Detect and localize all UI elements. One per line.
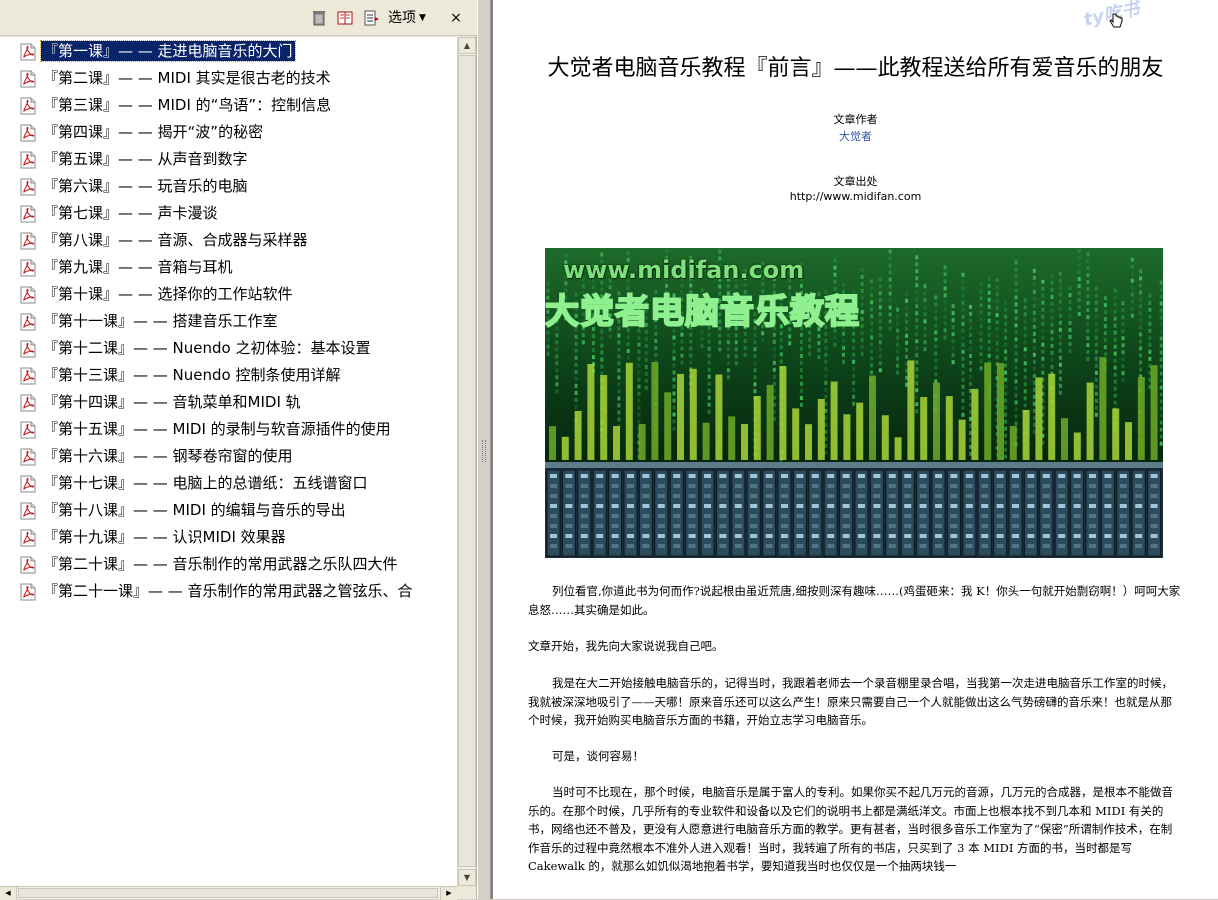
author-name: 大觉者	[839, 130, 872, 143]
bookmark-label: 『第十七课』— — 电脑上的总谱纸：五线谱窗口	[43, 474, 368, 492]
body-paragraph: 列位看官,你道此书为何而作?说起根由虽近荒唐,细按则深有趣味……(鸡蛋砸来：我 …	[528, 584, 1181, 617]
pdf-bookmark-icon	[20, 178, 36, 196]
bookmark-label: 『第十八课』— — MIDI 的编辑与音乐的导出	[43, 501, 346, 519]
pdf-bookmark-icon	[20, 502, 36, 520]
pdf-bookmark-icon	[20, 448, 36, 466]
bookmark-item[interactable]: 『第八课』— — 音源、合成器与采样器	[0, 229, 457, 253]
pdf-bookmark-icon	[20, 70, 36, 88]
bookmark-label: 『第九课』— — 音箱与耳机	[43, 258, 233, 276]
tutorial-banner-image: www.midifan.com 大觉者电脑音乐教程	[545, 248, 1163, 558]
author-label: 文章作者	[833, 113, 878, 126]
pdf-bookmark-icon	[20, 232, 36, 250]
chevron-down-icon: ▼	[419, 13, 426, 23]
pdf-bookmark-icon	[20, 259, 36, 277]
new-bookmark-icon[interactable]	[336, 9, 354, 27]
bookmark-item[interactable]: 『第十四课』— — 音轨菜单和MIDI 轨	[0, 391, 457, 415]
bookmark-label: 『第七课』— — 声卡漫谈	[43, 204, 218, 222]
bookmark-label: 『第一课』— — 走进电脑音乐的大门	[40, 40, 296, 62]
pdf-bookmark-icon	[20, 97, 36, 115]
body-paragraph: 可是，谈何容易！	[552, 749, 644, 763]
pdf-bookmark-icon	[20, 205, 36, 223]
panel-splitter[interactable]	[477, 0, 491, 899]
bookmark-item[interactable]: 『第二十课』— — 音乐制作的常用武器之乐队四大件	[0, 553, 457, 577]
bookmark-item[interactable]: 『第十一课』— — 搭建音乐工作室	[0, 310, 457, 334]
bookmarks-vertical-scrollbar[interactable]: ▲ ▼	[457, 37, 476, 886]
scroll-thumb[interactable]	[18, 888, 438, 898]
bookmark-properties-icon[interactable]	[362, 9, 380, 27]
pdf-bookmark-icon	[20, 124, 36, 142]
bookmark-item[interactable]: 『第十二课』— — Nuendo 之初体验：基本设置	[0, 337, 457, 361]
body-paragraph: 当时可不比现在，那个时候，电脑音乐是属于富人的专利。如果你买不起几万元的音源，几…	[528, 785, 1173, 873]
bookmark-item[interactable]: 『第二十一课』— — 音乐制作的常用武器之管弦乐、合	[0, 580, 457, 604]
scroll-right-button[interactable]: ▶	[440, 887, 457, 900]
scroll-down-button[interactable]: ▼	[458, 869, 476, 886]
bookmark-item[interactable]: 『第九课』— — 音箱与耳机	[0, 256, 457, 280]
bookmark-item[interactable]: 『第六课』— — 玩音乐的电脑	[0, 175, 457, 199]
bookmarks-panel: 选项 ▼ × 『第一课』— — 走进电脑音乐的大门 『第二课』— — MIDI 其实…	[0, 0, 477, 900]
bookmark-item[interactable]: 『第十三课』— — Nuendo 控制条使用详解	[0, 364, 457, 388]
scroll-thumb[interactable]	[458, 55, 476, 867]
body-paragraph: 文章开始，我先向大家说说我自己吧。	[528, 639, 724, 653]
bookmark-item[interactable]: 『第十六课』— — 钢琴卷帘窗的使用	[0, 445, 457, 469]
bookmark-item[interactable]: 『第五课』— — 从声音到数字	[0, 148, 457, 172]
bookmark-label: 『第十课』— — 选择你的工作站软件	[43, 285, 293, 303]
pdf-bookmark-icon	[20, 313, 36, 331]
bookmark-item[interactable]: 『第二课』— — MIDI 其实是很古老的技术	[0, 67, 457, 91]
bookmark-label: 『第三课』— — MIDI 的“鸟语”：控制信息	[43, 96, 332, 114]
bookmark-label: 『第五课』— — 从声音到数字	[43, 150, 248, 168]
bookmark-item[interactable]: 『第三课』— — MIDI 的“鸟语”：控制信息	[0, 94, 457, 118]
bookmark-item[interactable]: 『第十七课』— — 电脑上的总谱纸：五线谱窗口	[0, 472, 457, 496]
source-url[interactable]: http://www.midifan.com	[493, 190, 1218, 203]
options-menu-button[interactable]: 选项 ▼	[388, 8, 426, 28]
bookmark-item[interactable]: 『第七课』— — 声卡漫谈	[0, 202, 457, 226]
document-viewer[interactable]: ty吃书 大觉者电脑音乐教程『前言』——此教程送给所有爱音乐的朋友 文章作者 大…	[491, 0, 1218, 899]
scroll-up-button[interactable]: ▲	[458, 37, 476, 54]
bookmark-label: 『第十五课』— — MIDI 的录制与软音源插件的使用	[43, 420, 391, 438]
bookmark-label: 『第二十课』— — 音乐制作的常用武器之乐队四大件	[43, 555, 398, 573]
bookmarks-horizontal-scrollbar[interactable]: ◀ ▶	[0, 886, 457, 900]
bookmark-label: 『第二课』— — MIDI 其实是很古老的技术	[43, 69, 331, 87]
bookmark-item[interactable]: 『第十五课』— — MIDI 的录制与软音源插件的使用	[0, 418, 457, 442]
bookmarks-toolbar: 选项 ▼ ×	[0, 0, 477, 36]
splitter-grip-icon	[482, 440, 486, 462]
document-page: ty吃书 大觉者电脑音乐教程『前言』——此教程送给所有爱音乐的朋友 文章作者 大…	[493, 0, 1218, 899]
options-label: 选项	[388, 10, 416, 26]
hand-cursor-icon	[1109, 13, 1123, 28]
pdf-bookmark-icon	[20, 286, 36, 304]
pdf-bookmark-icon	[20, 340, 36, 358]
bookmark-item[interactable]: 『第十八课』— — MIDI 的编辑与音乐的导出	[0, 499, 457, 523]
banner-url-text: www.midifan.com	[563, 256, 805, 284]
pdf-bookmark-icon	[20, 529, 36, 547]
bookmark-label: 『第十二课』— — Nuendo 之初体验：基本设置	[43, 339, 371, 357]
bookmark-label: 『第四课』— — 揭开“波”的秘密	[43, 123, 264, 141]
bookmark-item[interactable]: 『第四课』— — 揭开“波”的秘密	[0, 121, 457, 145]
pdf-bookmark-icon	[20, 43, 36, 61]
bookmarks-list: 『第一课』— — 走进电脑音乐的大门『第二课』— — MIDI 其实是很古老的技…	[0, 37, 457, 886]
bookmark-label: 『第十一课』— — 搭建音乐工作室	[43, 312, 278, 330]
bookmark-label: 『第十三课』— — Nuendo 控制条使用详解	[43, 366, 341, 384]
bookmark-label: 『第十九课』— — 认识MIDI 效果器	[43, 528, 286, 546]
pdf-bookmark-icon	[20, 475, 36, 493]
pdf-bookmark-icon	[20, 367, 36, 385]
bookmark-label: 『第六课』— — 玩音乐的电脑	[43, 177, 248, 195]
scroll-left-button[interactable]: ◀	[0, 887, 17, 900]
bookmark-label: 『第二十一课』— — 音乐制作的常用武器之管弦乐、合	[43, 582, 413, 600]
bookmark-item[interactable]: 『第十课』— — 选择你的工作站软件	[0, 283, 457, 307]
pdf-bookmark-icon	[20, 583, 36, 601]
banner-title-text: 大觉者电脑音乐教程	[545, 291, 860, 333]
pdf-bookmark-icon	[20, 394, 36, 412]
bookmark-label: 『第十六课』— — 钢琴卷帘窗的使用	[43, 447, 293, 465]
close-panel-button[interactable]: ×	[448, 8, 464, 28]
body-paragraph: 我是在大二开始接触电脑音乐的，记得当时，我跟着老师去一个录音棚里录合唱，当我第一…	[528, 676, 1173, 727]
pdf-bookmark-icon	[20, 151, 36, 169]
bookmark-item[interactable]: 『第一课』— — 走进电脑音乐的大门	[0, 40, 457, 64]
bookmark-item[interactable]: 『第十九课』— — 认识MIDI 效果器	[0, 526, 457, 550]
source-label: 文章出处	[833, 175, 878, 188]
bookmark-label: 『第十四课』— — 音轨菜单和MIDI 轨	[43, 393, 301, 411]
pdf-bookmark-icon	[20, 421, 36, 439]
pdf-bookmark-icon	[20, 556, 36, 574]
document-title: 大觉者电脑音乐教程『前言』——此教程送给所有爱音乐的朋友	[547, 56, 1164, 81]
delete-bookmark-icon[interactable]	[310, 9, 328, 27]
bookmark-label: 『第八课』— — 音源、合成器与采样器	[43, 231, 308, 249]
